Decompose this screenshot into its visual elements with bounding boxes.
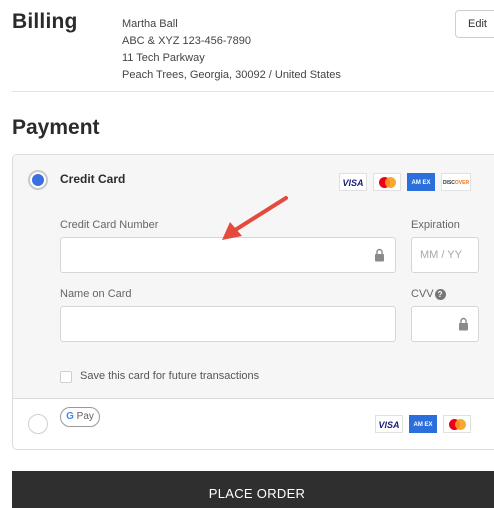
credit-card-radio[interactable] (28, 170, 48, 190)
card-number-label: Credit Card Number (60, 219, 159, 231)
billing-name: Martha Ball (122, 18, 178, 30)
mastercard-logo-icon (373, 173, 401, 191)
save-card-label[interactable]: Save this card for future transactions (80, 370, 259, 382)
billing-street: 11 Tech Parkway (122, 52, 205, 64)
billing-company-phone: ABC & XYZ 123-456-7890 (122, 35, 252, 47)
discover-logo-icon: DISCOVER (441, 173, 471, 191)
checkout-page: Billing Martha Ball ABC & XYZ 123-456-78… (0, 0, 494, 508)
payment-heading: Payment (12, 116, 100, 139)
cvv-label: CVV? (411, 288, 446, 300)
google-pay-radio[interactable] (28, 414, 48, 434)
expiration-input[interactable] (411, 237, 479, 273)
credit-card-label[interactable]: Credit Card (60, 172, 125, 186)
card-number-input[interactable] (60, 237, 396, 273)
billing-heading: Billing (12, 10, 78, 33)
cvv-label-text: CVV (411, 288, 434, 300)
name-on-card-label: Name on Card (60, 288, 132, 300)
credit-card-panel: Credit Card VISA AM EX DISCOVER Credit C… (13, 155, 494, 399)
expiration-label: Expiration (411, 219, 460, 231)
google-pay-badge-icon[interactable]: G Pay (60, 407, 100, 427)
gpay-mastercard-logo-icon (443, 415, 471, 433)
place-order-button[interactable]: PLACE ORDER (12, 471, 494, 508)
visa-logo-icon: VISA (339, 173, 367, 191)
google-pay-badge-g: G (66, 411, 74, 422)
card-number-lock-icon (375, 248, 384, 262)
discover-logo-suffix: OVER (454, 180, 470, 186)
gpay-visa-logo-icon: VISA (375, 415, 403, 433)
cvv-info-icon[interactable]: ? (434, 288, 446, 300)
billing-city-line: Peach Trees, Georgia, 30092 / United Sta… (122, 69, 341, 81)
amex-logo-icon: AM EX (407, 173, 435, 191)
name-on-card-input[interactable] (60, 306, 396, 342)
section-divider (12, 91, 494, 92)
payment-methods-box: Credit Card VISA AM EX DISCOVER Credit C… (12, 154, 494, 450)
edit-billing-button[interactable]: Edit (455, 10, 494, 38)
google-pay-badge-text: Pay (76, 411, 94, 422)
gpay-amex-logo-icon: AM EX (409, 415, 437, 433)
discover-logo-prefix: DISC (442, 180, 455, 186)
save-card-checkbox[interactable] (60, 371, 72, 383)
billing-address: Martha Ball ABC & XYZ 123-456-7890 11 Te… (122, 16, 341, 84)
cvv-lock-icon (459, 317, 468, 331)
